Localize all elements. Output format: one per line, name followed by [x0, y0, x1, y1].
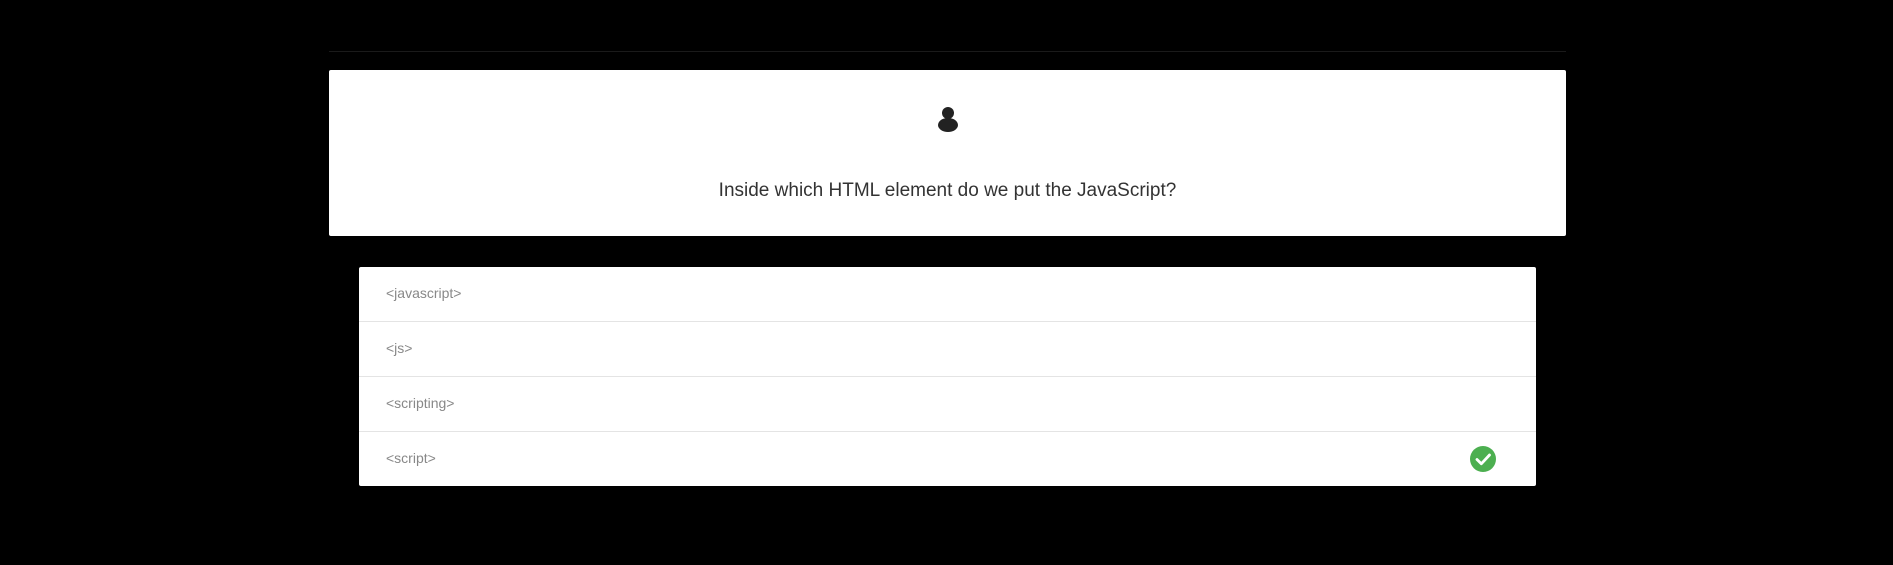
answer-label: <js> [386, 340, 413, 356]
answer-option[interactable]: <js> [359, 322, 1536, 377]
answer-label: <scripting> [386, 395, 455, 411]
answer-list: <javascript> <js> <scripting> <script> [359, 267, 1536, 486]
answer-option[interactable]: <javascript> [359, 267, 1536, 322]
question-text: Inside which HTML element do we put the … [718, 180, 1177, 201]
check-circle-icon [1470, 446, 1496, 472]
answer-label: <script> [386, 450, 436, 466]
person-icon [938, 107, 958, 132]
answer-option[interactable]: <scripting> [359, 377, 1536, 432]
answer-option-correct[interactable]: <script> [359, 432, 1536, 486]
answer-label: <javascript> [386, 285, 462, 301]
divider [329, 51, 1566, 52]
quiz-page: Inside which HTML element do we put the … [0, 0, 1893, 565]
question-card: Inside which HTML element do we put the … [329, 70, 1566, 236]
